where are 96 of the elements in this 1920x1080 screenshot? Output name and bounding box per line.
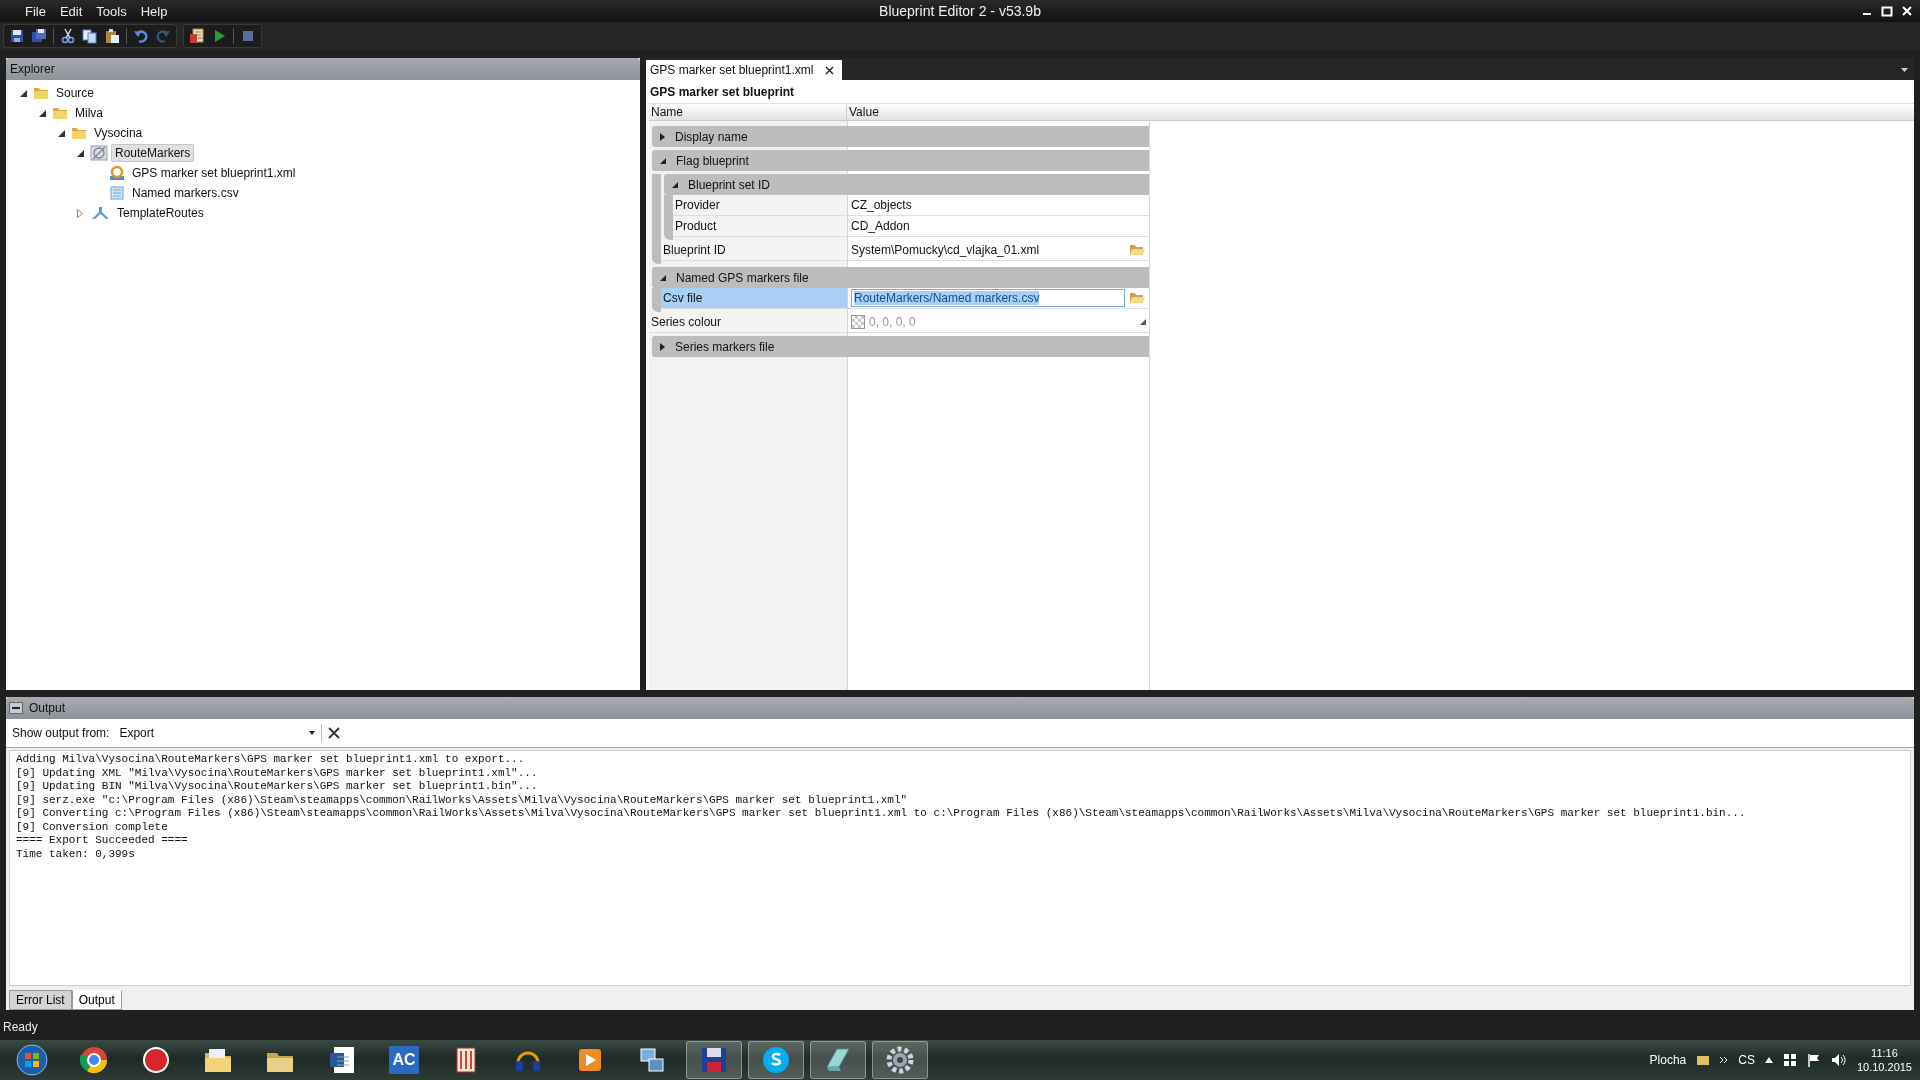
output-line: [9] Converting c:\Program Files (x86)\Steam\steamapps\common\RailWorks\Assets\Milva\Vysocina\RouteMarkers\GPS marker set blueprint1.xml to c:\Program Files (x86)\Steam\steamapps\common\RailWorks\Assets\Milva\Vysocina\RouteMarkers\GPS marker set blueprint1.bin... <box>16 807 1747 821</box>
paste-icon[interactable] <box>104 28 120 44</box>
document-icon[interactable] <box>328 1045 356 1075</box>
caret-icon <box>309 731 316 735</box>
folder-icon <box>71 125 87 141</box>
menu-item[interactable]: Edit <box>52 1 90 21</box>
clock-time[interactable]: 11:16 <box>1871 1046 1898 1060</box>
menu-item[interactable]: File <box>18 1 53 21</box>
speaker-icon[interactable] <box>1830 1053 1847 1067</box>
route-icon <box>90 145 108 161</box>
language-indicator[interactable]: CS <box>1738 1053 1755 1067</box>
tree-item[interactable]: GPS marker set blueprint1.xml <box>128 164 300 182</box>
close-icon[interactable] <box>1900 4 1914 18</box>
property-value: CZ_objects <box>851 198 913 212</box>
collapse-button[interactable] <box>9 702 23 714</box>
copy-icon[interactable] <box>82 28 98 44</box>
network-icon[interactable] <box>637 1045 667 1075</box>
property-name[interactable]: Product <box>673 216 847 236</box>
output-line: [9] Conversion complete <box>16 820 169 834</box>
clock-date[interactable]: 10.10.2015 <box>1856 1060 1912 1074</box>
expanded-triangle-icon[interactable] <box>76 149 84 157</box>
property-name[interactable]: Provider <box>673 195 847 215</box>
column-header: Value <box>848 104 879 120</box>
app-icon[interactable] <box>141 1045 171 1075</box>
expanded-triangle-icon[interactable] <box>57 129 65 137</box>
expanded-triangle-icon[interactable] <box>38 109 46 117</box>
panel-header: Explorer <box>6 58 640 80</box>
panel-tab[interactable]: Error List <box>9 990 72 1010</box>
menu-item[interactable]: Help <box>133 1 175 21</box>
category-row[interactable]: Blueprint set ID <box>664 174 1149 195</box>
chevron-icon[interactable] <box>1720 1056 1729 1064</box>
category-row[interactable]: Display name <box>652 126 1149 147</box>
tree-item[interactable]: Named markers.csv <box>128 184 243 202</box>
taskbar-button[interactable] <box>810 1041 866 1079</box>
status-text: Ready <box>3 1020 38 1034</box>
tree-item[interactable]: Vysocina <box>90 124 147 142</box>
category-row[interactable]: Series markers file <box>652 336 1149 357</box>
export-icon[interactable] <box>189 28 205 44</box>
color-swatch <box>851 315 865 329</box>
desktop-toolbar-label[interactable]: Plocha <box>1649 1053 1687 1067</box>
output-line: Time taken: 0,399s <box>16 847 136 861</box>
property-value: 0, 0, 0, 0 <box>869 315 917 329</box>
minus-icon <box>12 707 20 709</box>
expanded-triangle-icon[interactable] <box>19 89 27 97</box>
output-line: ==== Export Succeeded ==== <box>16 834 189 848</box>
property-name[interactable]: Series colour <box>649 312 847 332</box>
pipe-icon <box>90 205 110 221</box>
taskbar-button[interactable] <box>686 1041 742 1079</box>
window-title: Blueprint Editor 2 - v53.9b <box>879 3 1041 19</box>
menu-item[interactable]: Tools <box>89 1 134 21</box>
column-header: Name <box>649 104 847 120</box>
tree-item[interactable]: Source <box>52 84 99 102</box>
output-line: [9] Updating XML "Milva\Vysocina\RouteMarkers\GPS marker set blueprint1.xml"... <box>16 766 539 780</box>
start-orb-icon[interactable] <box>16 1044 48 1076</box>
settings-icon[interactable] <box>885 1045 915 1075</box>
chat-icon[interactable] <box>761 1045 791 1075</box>
panel-title: Output <box>29 701 66 715</box>
collapsed-triangle-icon[interactable] <box>77 208 83 218</box>
document-icon <box>109 185 125 201</box>
resize-grip-icon <box>1140 319 1146 325</box>
field-label: Show output from: <box>12 726 110 740</box>
cut-icon[interactable] <box>60 28 76 44</box>
save-icon[interactable] <box>9 28 25 44</box>
property-value: System\Pomucky\cd_vlajka_01.xml <box>851 243 1041 257</box>
output-line: [9] Updating BIN "Milva\Vysocina\RouteMarkers\GPS marker set blueprint1.bin"... <box>16 780 539 794</box>
category-row[interactable]: Named GPS markers file <box>652 267 1149 288</box>
tree-item[interactable]: TemplateRoutes <box>113 204 208 222</box>
panel-tab[interactable]: Output <box>71 990 122 1010</box>
folder-icon <box>52 105 68 121</box>
close-icon[interactable] <box>825 65 835 75</box>
document-heading: GPS marker set blueprint <box>649 84 796 101</box>
blueprint-icon <box>109 165 125 181</box>
output-line: Adding Milva\Vysocina\RouteMarkers\GPS marker set blueprint1.xml to export... <box>16 753 526 767</box>
app-tile[interactable]: AC <box>389 1046 419 1074</box>
stop-icon[interactable] <box>240 28 256 44</box>
folder-icon[interactable] <box>1696 1053 1711 1067</box>
property-name[interactable]: Blueprint ID <box>661 240 847 260</box>
flag-icon[interactable] <box>1806 1053 1821 1067</box>
tree-item[interactable]: RouteMarkers <box>111 144 195 162</box>
browser-icon[interactable] <box>79 1045 109 1075</box>
category-row[interactable]: Flag blueprint <box>652 150 1149 171</box>
property-name[interactable]: Csv file <box>661 288 847 308</box>
up-arrow-icon[interactable] <box>1764 1057 1773 1063</box>
maximize-icon[interactable] <box>1880 4 1894 18</box>
taskbar-button[interactable] <box>872 1041 928 1079</box>
folder-icon <box>33 85 49 101</box>
output-line: [9] serz.exe "c:\Program Files (x86)\Steam\steamapps\common\RailWorks\Assets\Milva\Vysocina\RouteMarkers\GPS marker set blueprint1.xml" <box>16 793 909 807</box>
taskbar-button[interactable] <box>748 1041 804 1079</box>
tree-item[interactable]: Milva <box>71 104 107 122</box>
dropdown-arrow-icon[interactable] <box>1901 68 1908 72</box>
undo-icon[interactable] <box>133 28 149 44</box>
save-all-icon[interactable] <box>31 28 47 44</box>
property-value: CD_Addon <box>851 219 911 233</box>
clear-icon[interactable] <box>328 727 341 739</box>
windows-flag-icon[interactable] <box>1782 1053 1797 1067</box>
document-tab[interactable]: GPS marker set blueprint1.xml <box>646 60 843 80</box>
